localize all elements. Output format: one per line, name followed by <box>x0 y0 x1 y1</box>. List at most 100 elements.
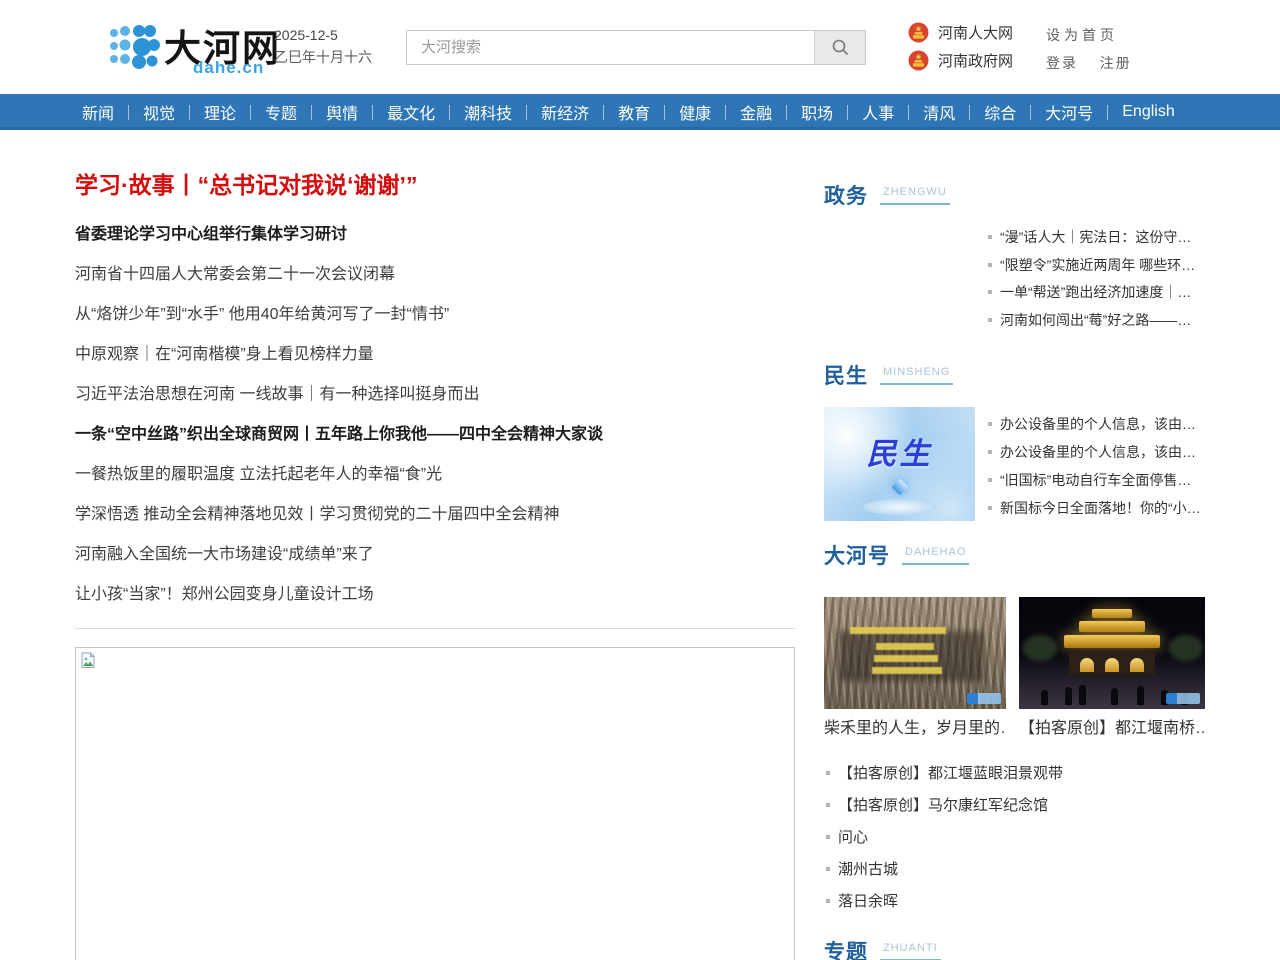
headline-link[interactable]: 河南省十四届人大常委会第二十一次会议闭幕 <box>75 264 795 286</box>
nav-item[interactable]: 潮科技 <box>450 100 526 124</box>
section-header-zhuanti: 专题 ZHUANTI <box>824 936 941 960</box>
section-title[interactable]: 民生 <box>824 360 868 390</box>
photo-caption[interactable]: 【拍客原创】都江堰南桥… <box>1019 719 1205 739</box>
list-item[interactable]: 落日余晖 <box>826 892 1196 911</box>
headline-link[interactable]: 学深悟透 推动全会精神落地见效丨学习贯彻党的二十届四中全会精神 <box>75 504 795 526</box>
list-item[interactable]: “漫”话人大｜宪法日：这份守… <box>988 228 1200 246</box>
nav-item[interactable]: 人事 <box>848 100 908 124</box>
list-item[interactable]: “旧国标”电动自行车全面停售… <box>988 471 1200 489</box>
bullet-icon <box>826 771 830 775</box>
photo-text-overlay <box>850 627 946 634</box>
photo-gate-shape <box>1060 609 1164 674</box>
national-emblem-icon <box>908 50 929 71</box>
nav-item[interactable]: 专题 <box>251 100 311 124</box>
minsheng-promo-image[interactable]: 民生 <box>824 407 975 521</box>
nav-item[interactable]: 大河号 <box>1031 100 1107 124</box>
set-home-link[interactable]: 设为首页 <box>1046 25 1118 45</box>
site-domain: dahe.cn <box>193 58 264 78</box>
headline-link[interactable]: 中原观察｜在“河南楷模”身上看见榜样力量 <box>75 344 795 366</box>
nav-item[interactable]: 新闻 <box>68 100 128 124</box>
bullet-icon <box>988 290 992 294</box>
list-item[interactable]: 【拍客原创】马尔康红军纪念馆 <box>826 796 1196 815</box>
nav-item[interactable]: 视觉 <box>129 100 189 124</box>
section-pinyin: ZHENGWU <box>880 186 950 205</box>
auth-links: 登录 注册 <box>1046 53 1132 73</box>
section-title[interactable]: 政务 <box>824 180 868 210</box>
nav-item[interactable]: 清风 <box>909 100 969 124</box>
search-box <box>406 30 866 65</box>
unloaded-media-frame <box>75 647 795 960</box>
section-title[interactable]: 专题 <box>824 936 868 960</box>
nav-item-english[interactable]: English <box>1108 103 1188 121</box>
section-header-minsheng: 民生 MINSHENG <box>824 360 953 390</box>
search-input[interactable] <box>407 31 865 64</box>
section-divider <box>75 628 795 629</box>
headline-link[interactable]: 一条“空中丝路”织出全球商贸网丨五年路上你我他——四中全会精神大家谈 <box>75 424 795 446</box>
photo-person-silhouette <box>1079 685 1086 705</box>
photo-person-silhouette <box>1111 688 1118 705</box>
bullet-icon <box>988 263 992 267</box>
nav-item[interactable]: 教育 <box>604 100 664 124</box>
national-emblem-icon <box>908 22 929 43</box>
diamond-icon <box>891 479 908 496</box>
register-link[interactable]: 注册 <box>1100 55 1132 71</box>
headline-link[interactable]: 河南融入全国统一大市场建设“成绩单”来了 <box>75 544 795 566</box>
photo-text-overlay <box>874 655 938 662</box>
photo-text-overlay <box>872 667 942 674</box>
bullet-icon <box>826 803 830 807</box>
photo-tree-shape <box>1023 635 1057 661</box>
headline-link[interactable]: 让小孩“当家”！郑州公园变身儿童设计工场 <box>75 584 795 606</box>
nav-item[interactable]: 职场 <box>787 100 847 124</box>
headline-link[interactable]: 从“烙饼少年”到“水手” 他用40年给黄河写了一封“情书” <box>75 304 795 326</box>
pedestal-shape <box>863 499 937 515</box>
bullet-icon <box>988 450 992 454</box>
bullet-icon <box>988 506 992 510</box>
list-item[interactable]: 问心 <box>826 828 1196 847</box>
section-header-zhengwu: 政务 ZHENGWU <box>824 180 950 210</box>
bullet-icon <box>826 867 830 871</box>
photo-person-silhouette <box>1041 690 1048 705</box>
list-item[interactable]: 办公设备里的个人信息，该由… <box>988 443 1200 461</box>
section-pinyin: ZHUANTI <box>880 942 941 960</box>
partner-link-renda[interactable]: 河南人大网 <box>908 20 1013 44</box>
bullet-icon <box>988 235 992 239</box>
nav-item[interactable]: 理论 <box>190 100 250 124</box>
section-title[interactable]: 大河号 <box>824 540 890 570</box>
headline-link[interactable]: 习近平法治思想在河南 一线故事｜有一种选择叫挺身而出 <box>75 384 795 406</box>
bullet-icon <box>988 422 992 426</box>
nav-item[interactable]: 新经济 <box>527 100 603 124</box>
firewood-photo[interactable] <box>824 597 1006 709</box>
list-item[interactable]: 河南如何闯出“莓”好之路——… <box>988 311 1200 329</box>
list-item[interactable]: “限塑令”实施近两周年 哪些环… <box>988 256 1200 274</box>
headline-link[interactable]: 省委理论学习中心组举行集体学习研讨 <box>75 224 795 246</box>
nav-item[interactable]: 金融 <box>726 100 786 124</box>
list-item[interactable]: 办公设备里的个人信息，该由… <box>988 415 1200 433</box>
search-button[interactable] <box>814 31 865 64</box>
nav-item[interactable]: 健康 <box>665 100 725 124</box>
dahe-dots-logo-icon[interactable] <box>108 22 162 77</box>
dahe-homepage: 大河网 dahe.cn 2025-12-5 乙巳年十月十六 河南人大网 河南政府… <box>0 0 1280 960</box>
top-story-headline[interactable]: 学习·故事丨“总书记对我说‘谢谢’” <box>75 172 795 199</box>
watermark-badge <box>967 693 1001 704</box>
list-item[interactable]: 【拍客原创】都江堰蓝眼泪景观带 <box>826 764 1196 783</box>
photo-tree-shape <box>1169 635 1203 661</box>
login-link[interactable]: 登录 <box>1046 55 1078 71</box>
partner-link-label: 河南政府网 <box>938 50 1013 71</box>
nav-item[interactable]: 综合 <box>970 100 1030 124</box>
list-item[interactable]: 潮州古城 <box>826 860 1196 879</box>
main-nav: 新闻 视觉 理论 专题 舆情 最文化 潮科技 新经济 教育 健康 金融 职场 人… <box>0 94 1280 130</box>
section-pinyin: DAHEHAO <box>902 546 969 565</box>
photo-caption[interactable]: 柴禾里的人生，岁月里的… <box>824 719 1006 739</box>
watermark-badge <box>1166 693 1200 704</box>
list-item[interactable]: 一单“帮送”跑出经济加速度｜… <box>988 283 1200 301</box>
list-item[interactable]: 新国标今日全面落地！你的“小… <box>988 499 1200 517</box>
nav-item[interactable]: 舆情 <box>312 100 372 124</box>
headline-link[interactable]: 一餐热饭里的履职温度 立法托起老年人的幸福“食”光 <box>75 464 795 486</box>
nav-item[interactable]: 最文化 <box>373 100 449 124</box>
night-bridge-photo[interactable] <box>1019 597 1205 709</box>
section-pinyin: MINSHENG <box>880 366 953 385</box>
broken-image-icon <box>80 652 97 669</box>
bullet-icon <box>988 318 992 322</box>
partner-link-zhengfu[interactable]: 河南政府网 <box>908 48 1013 72</box>
date-lunar: 乙巳年十月十六 <box>274 47 372 67</box>
